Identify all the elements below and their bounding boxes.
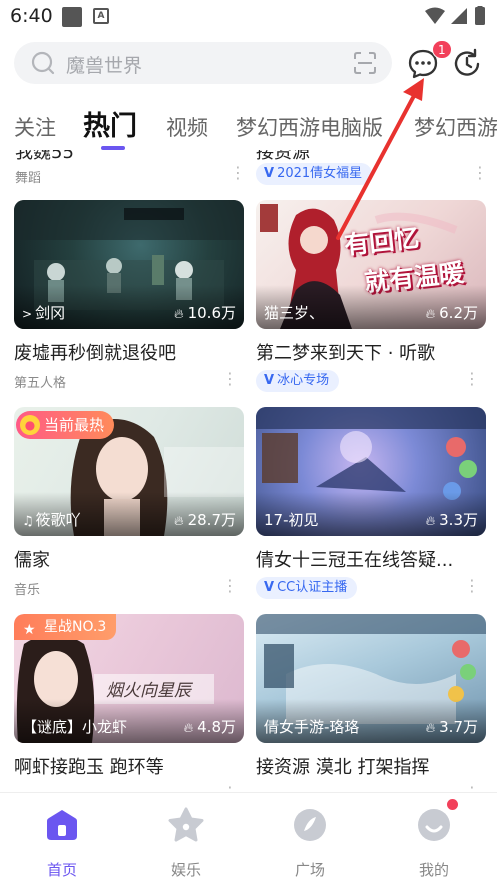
card-title[interactable]: 废墟再秒倒就退役吧 xyxy=(14,339,176,365)
scan-icon[interactable] xyxy=(354,52,376,74)
notification-dot xyxy=(447,799,458,810)
live-card[interactable]: > 剑冈 🔥︎ 10.6万 废墟再秒倒就退役吧 第五人格 ⋮ xyxy=(14,200,244,391)
rank-badge: ★ 星战NO.3 xyxy=(14,614,117,640)
nav-label: 娱乐 xyxy=(170,861,201,879)
host-name: > 剑冈 xyxy=(22,304,66,322)
tab-mhxy[interactable]: 梦幻西游 xyxy=(414,112,497,142)
flame-icon: 🔥︎ xyxy=(425,307,436,322)
view-count: 🔥︎ 4.8万 xyxy=(183,718,236,736)
peek-left-category: 舞蹈 xyxy=(15,171,42,186)
more-icon[interactable]: ⋮ xyxy=(230,165,246,181)
view-count: 🔥︎ 3.3万 xyxy=(425,511,478,529)
message-badge: 1 xyxy=(432,40,452,59)
status-icons xyxy=(425,6,485,25)
fire-badge-icon: ● xyxy=(20,415,40,435)
tab-video[interactable]: 视频 xyxy=(166,112,208,142)
flame-icon: 🔥︎ xyxy=(174,514,184,529)
more-icon[interactable]: ⋮ xyxy=(222,578,238,594)
card-thumbnail[interactable]: 倩女手游-珞珞 🔥︎ 3.7万 xyxy=(256,614,486,743)
category-tabs: 关注 热门 视频 梦幻西游电脑版 梦幻西游 xyxy=(0,100,497,148)
card-tag[interactable]: V CC认证主播 xyxy=(256,577,358,599)
card-thumbnail[interactable]: 有回忆 就有温暖 猫三岁、 🔥︎ 6.2万 xyxy=(256,200,486,329)
star-badge-icon: ★ xyxy=(23,622,36,638)
tab-hot[interactable]: 热门 xyxy=(83,104,137,143)
bottom-nav: 首页 娱乐 广场 我的 xyxy=(0,792,497,883)
view-count: 🔥︎ 3.7万 xyxy=(425,718,478,736)
nav-profile[interactable]: 我的 xyxy=(394,799,474,880)
star-icon xyxy=(168,807,204,842)
profile-icon xyxy=(418,809,450,841)
live-card[interactable]: 烟火向星辰 ★星战NO.3 【谜底】小龙虾 🔥︎4.8万 啊虾接跑玉 跑环等 ⋮ xyxy=(14,614,244,792)
live-card[interactable]: ● 当前最热 ♫ 筱歌吖 🔥︎ 28.7万 儒家 音乐 ⋮ xyxy=(14,407,244,598)
live-card[interactable]: 有回忆 就有温暖 猫三岁、 🔥︎ 6.2万 第二梦来到天下 · 听歌 V 冰心专场 … xyxy=(256,200,486,392)
more-icon[interactable]: ⋮ xyxy=(464,578,480,594)
live-card[interactable]: 17-初见 🔥︎ 3.3万 倩女十三冠王在线答疑... V CC认证主播 ⋮ xyxy=(256,407,486,599)
hot-badge: ● 当前最热 xyxy=(16,411,115,439)
card-title[interactable]: 接资源 漠北 打架指挥 xyxy=(256,753,429,779)
card-category: 第五人格 xyxy=(14,376,67,391)
peek-right-title[interactable]: 接资源 xyxy=(256,150,310,164)
status-time: 6:40 xyxy=(10,5,53,27)
search-input[interactable]: 魔兽世界 xyxy=(14,42,392,84)
flame-icon: 🔥︎ xyxy=(174,307,184,322)
card-tag[interactable]: V 冰心专场 xyxy=(256,370,340,392)
card-category: 音乐 xyxy=(14,583,41,598)
tab-follow[interactable]: 关注 xyxy=(14,112,56,142)
nav-label: 首页 xyxy=(46,861,77,879)
app-screen: 6:40 A 魔兽世界 1 关注 热门 视频 梦幻西游电脑版 梦幻西游 我魏55… xyxy=(0,0,497,883)
live-card[interactable]: 倩女手游-珞珞 🔥︎3.7万 接资源 漠北 打架指挥 ⋮ xyxy=(256,614,486,792)
card-thumbnail[interactable]: 17-初见 🔥︎ 3.3万 xyxy=(256,407,486,536)
host-name: 猫三岁、 xyxy=(264,304,325,322)
host-name: 【谜底】小龙虾 xyxy=(22,718,128,736)
history-icon[interactable] xyxy=(450,47,484,81)
view-count: 🔥︎ 10.6万 xyxy=(174,304,236,322)
host-name: 倩女手游-珞珞 xyxy=(264,718,360,736)
card-thumbnail[interactable]: > 剑冈 🔥︎ 10.6万 xyxy=(14,200,244,329)
nav-entertainment[interactable]: 娱乐 xyxy=(146,807,226,880)
peek-left-title[interactable]: 我魏55 xyxy=(15,150,74,164)
view-count: 🔥︎ 6.2万 xyxy=(425,304,478,322)
nav-label: 我的 xyxy=(418,861,449,879)
tab-mhxy-pc[interactable]: 梦幻西游电脑版 xyxy=(236,112,383,142)
notification-square-icon xyxy=(62,7,82,27)
search-icon xyxy=(31,51,55,75)
live-feed: 我魏55 舞蹈 ⋮ 接资源 V2021倩女福星 ⋮ >剑冈 🔥︎10.6万 xyxy=(0,150,497,792)
card-thumbnail[interactable]: ● 当前最热 ♫ 筱歌吖 🔥︎ 28.7万 xyxy=(14,407,244,536)
card-title[interactable]: 倩女十三冠王在线答疑... xyxy=(256,546,453,572)
battery-icon xyxy=(475,7,485,25)
host-name: 17-初见 xyxy=(264,511,319,529)
status-bar: 6:40 A xyxy=(0,0,497,34)
overlay-text: 烟火向星辰 xyxy=(106,681,191,701)
home-icon xyxy=(47,810,77,840)
peek-right-tag[interactable]: V 2021倩女福星 xyxy=(256,163,373,185)
signal-icon xyxy=(451,8,467,24)
more-icon[interactable]: ⋮ xyxy=(464,371,480,387)
more-icon[interactable]: ⋮ xyxy=(472,165,488,181)
nav-square[interactable]: 广场 xyxy=(270,807,350,880)
search-placeholder: 魔兽世界 xyxy=(66,55,143,77)
view-count: 🔥︎ 28.7万 xyxy=(174,511,236,529)
nav-label: 广场 xyxy=(294,861,325,879)
flame-icon: 🔥︎ xyxy=(425,514,436,529)
wifi-icon xyxy=(425,7,445,24)
a-notification-icon: A xyxy=(93,8,109,24)
nav-home[interactable]: 首页 xyxy=(22,807,102,880)
card-title[interactable]: 儒家 xyxy=(14,546,50,572)
flame-icon: 🔥︎ xyxy=(183,721,194,736)
host-name: ♫ 筱歌吖 xyxy=(22,511,81,529)
more-icon[interactable]: ⋮ xyxy=(222,371,238,387)
compass-icon xyxy=(294,809,326,841)
card-title[interactable]: 啊虾接跑玉 跑环等 xyxy=(14,753,164,779)
card-thumbnail[interactable]: 烟火向星辰 ★ 星战NO.3 【谜底】小龙虾 🔥︎ 4.8万 xyxy=(14,614,244,743)
card-title[interactable]: 第二梦来到天下 · 听歌 xyxy=(256,339,435,365)
flame-icon: 🔥︎ xyxy=(425,721,436,736)
